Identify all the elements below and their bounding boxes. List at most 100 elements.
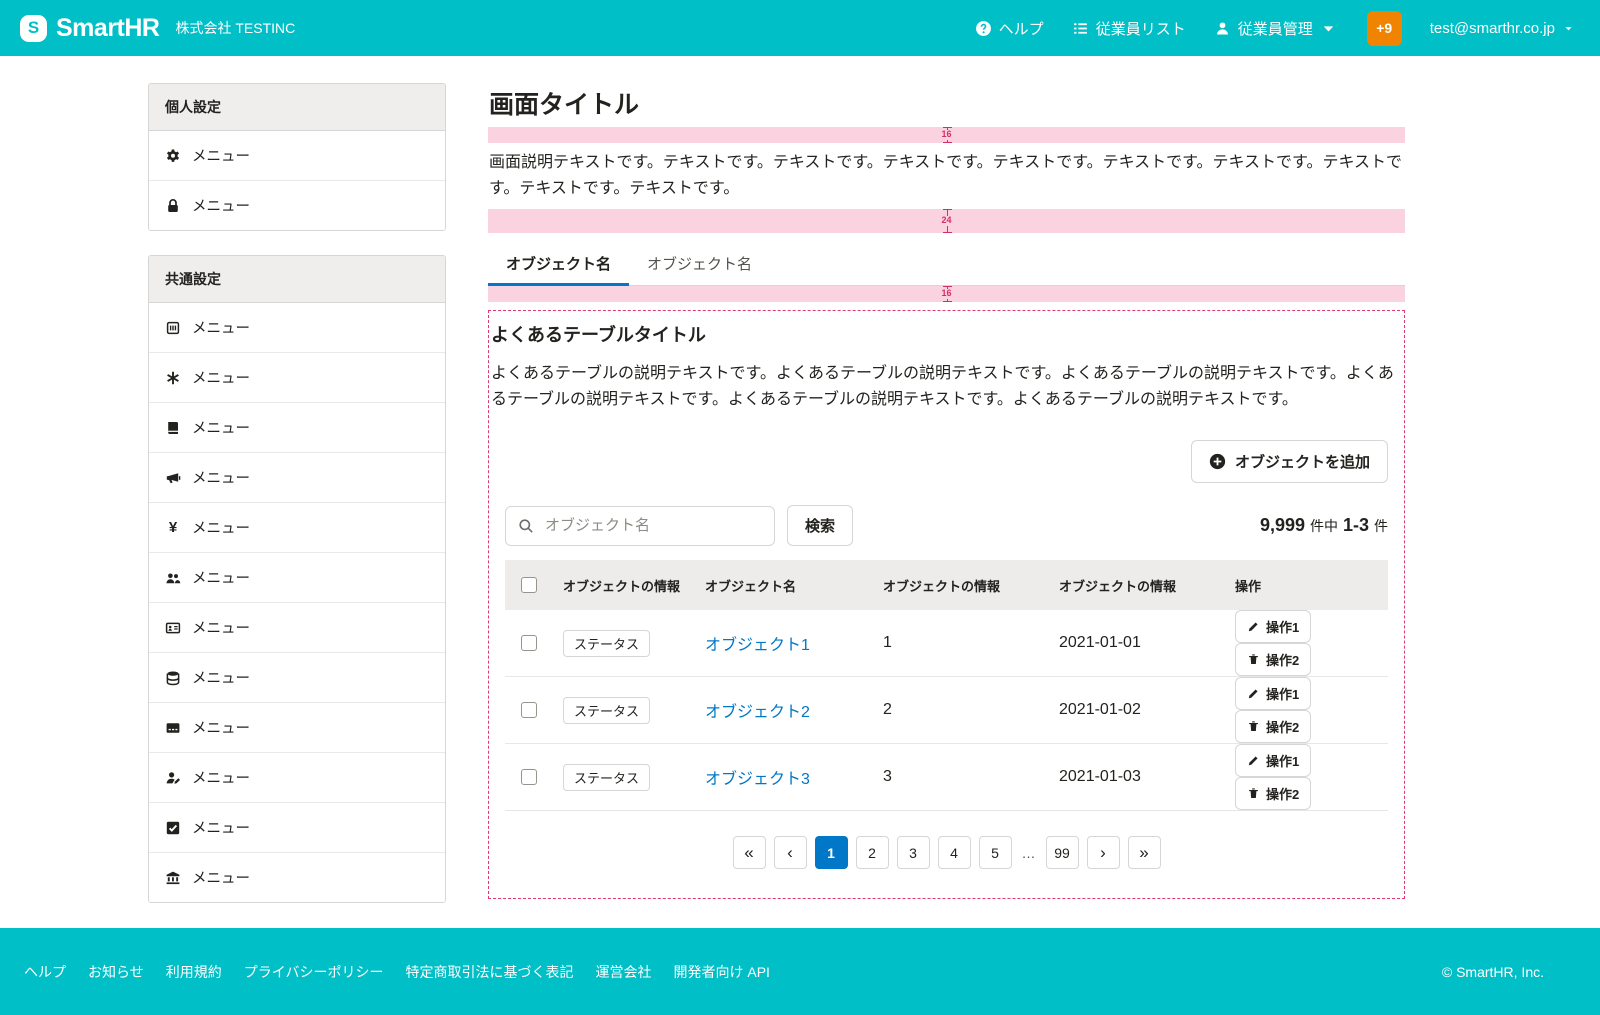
object-info-cell: 2 — [873, 701, 1049, 719]
pagination-pages: 12345…99 — [815, 836, 1079, 869]
sidebar-item-gear[interactable]: メニュー — [149, 131, 445, 181]
table-row: ステータスオブジェクト222021-01-02操作1操作2 — [505, 677, 1388, 744]
bank-icon — [165, 870, 181, 886]
action2-button[interactable]: 操作2 — [1235, 777, 1311, 810]
search-input[interactable] — [543, 516, 762, 535]
first-page-button[interactable]: « — [733, 836, 766, 869]
employee-list-link[interactable]: 従業員リスト — [1072, 18, 1186, 39]
object-link[interactable]: オブジェクト1 — [705, 637, 810, 654]
count-total: 9,999 — [1260, 515, 1305, 536]
footer-links: ヘルプ お知らせ 利用規約 プライバシーポリシー 特定商取引法に基づく表記 運営会社 開発者… — [24, 962, 770, 982]
sidebar-item-bank[interactable]: メニュー — [149, 853, 445, 902]
action1-button[interactable]: 操作1 — [1235, 610, 1311, 643]
page-button-99[interactable]: 99 — [1046, 836, 1079, 869]
footer-link[interactable]: 特定商取引法に基づく表記 — [405, 962, 573, 982]
sidebar-item-users[interactable]: メニュー — [149, 553, 445, 603]
chevron-down-icon — [1320, 20, 1337, 37]
footer-link[interactable]: 運営会社 — [595, 962, 651, 982]
spacing-annotation-16b: 16 — [488, 286, 1405, 302]
status-cell: ステータス — [553, 630, 695, 657]
row-checkbox-cell — [505, 702, 553, 718]
row-checkbox[interactable] — [521, 635, 537, 651]
add-object-label: オブジェクトを追加 — [1235, 451, 1370, 472]
tab-object-1[interactable]: オブジェクト名 — [488, 241, 629, 286]
last-page-button[interactable]: » — [1128, 836, 1161, 869]
employee-admin-menu[interactable]: 従業員管理 — [1214, 18, 1337, 39]
next-page-button[interactable]: › — [1087, 836, 1120, 869]
actions-cell: 操作1操作2 — [1225, 677, 1388, 743]
action1-button[interactable]: 操作1 — [1235, 677, 1311, 710]
tab-bar: オブジェクト名 オブジェクト名 — [488, 241, 1405, 286]
select-all-checkbox[interactable] — [521, 577, 537, 593]
gear-icon — [165, 148, 181, 164]
footer-link[interactable]: 利用規約 — [166, 962, 222, 982]
page-button-3[interactable]: 3 — [897, 836, 930, 869]
notification-badge[interactable]: +9 — [1367, 11, 1402, 46]
page-body: 個人設定メニューメニュー共通設定メニューメニューメニューメニュー¥メニューメニュ… — [0, 56, 1600, 928]
sidebar-item-lock[interactable]: メニュー — [149, 181, 445, 230]
action2-label: 操作2 — [1266, 784, 1299, 803]
megaphone-icon — [165, 470, 181, 486]
tab-object-2[interactable]: オブジェクト名 — [629, 241, 770, 286]
spacing-label: 16 — [939, 289, 953, 299]
row-checkbox[interactable] — [521, 702, 537, 718]
company-name: 株式会社 TESTINC — [175, 18, 295, 38]
result-count: 9,999 件中 1-3 件 — [1260, 515, 1388, 536]
sidebar-item-asterisk[interactable]: メニュー — [149, 353, 445, 403]
action2-label: 操作2 — [1266, 650, 1299, 669]
asterisk-icon — [165, 370, 181, 386]
spacing-label: 24 — [939, 216, 953, 226]
object-link[interactable]: オブジェクト2 — [705, 704, 810, 721]
sidebar-item-checksquare[interactable]: メニュー — [149, 803, 445, 853]
page-description: 画面説明テキストです。テキストです。テキストです。テキストです。テキストです。テ… — [489, 150, 1405, 202]
main-content: 画面タイトル 16 画面説明テキストです。テキストです。テキストです。テキストで… — [488, 83, 1405, 928]
account-menu[interactable]: test@smarthr.co.jp — [1430, 20, 1574, 37]
brand-home-link[interactable]: S SmartHR — [20, 14, 159, 43]
action1-button[interactable]: 操作1 — [1235, 744, 1311, 777]
sidebar-item-database[interactable]: メニュー — [149, 653, 445, 703]
action2-button[interactable]: 操作2 — [1235, 710, 1311, 743]
header: S SmartHR 株式会社 TESTINC ヘルプ 従業員リスト 従業員管理 … — [0, 0, 1600, 56]
sidebar-item-label: メニュー — [192, 817, 250, 838]
person-icon — [1214, 20, 1231, 37]
search-box — [505, 506, 775, 546]
footer-link[interactable]: お知らせ — [88, 962, 144, 982]
sidebar-item-megaphone[interactable]: メニュー — [149, 453, 445, 503]
object-link[interactable]: オブジェクト3 — [705, 771, 810, 788]
sidebar-item-yen[interactable]: ¥メニュー — [149, 503, 445, 553]
app-root: S SmartHR 株式会社 TESTINC ヘルプ 従業員リスト 従業員管理 … — [0, 0, 1600, 1015]
count-range: 1-3 — [1343, 515, 1369, 536]
table-row: ステータスオブジェクト112021-01-01操作1操作2 — [505, 610, 1388, 677]
page-button-4[interactable]: 4 — [938, 836, 971, 869]
page-button-2[interactable]: 2 — [856, 836, 889, 869]
footer-link[interactable]: 開発者向け API — [673, 962, 769, 982]
footer-link[interactable]: プライバシーポリシー — [244, 962, 384, 982]
spacing-annotation-16: 16 — [488, 127, 1405, 143]
row-checkbox[interactable] — [521, 769, 537, 785]
page-title: 画面タイトル — [489, 85, 1405, 121]
action2-button[interactable]: 操作2 — [1235, 643, 1311, 676]
footer: ヘルプ お知らせ 利用規約 プライバシーポリシー 特定商取引法に基づく表記 運営会社 開発者… — [0, 928, 1600, 1015]
panel-title: よくあるテーブルタイトル — [491, 321, 1402, 347]
prev-page-button[interactable]: ‹ — [774, 836, 807, 869]
logo-text: SmartHR — [56, 14, 159, 43]
action1-label: 操作1 — [1266, 684, 1299, 703]
sidebar-item-card[interactable]: メニュー — [149, 703, 445, 753]
footer-link[interactable]: ヘルプ — [24, 962, 66, 982]
help-link[interactable]: ヘルプ — [975, 18, 1044, 39]
add-object-button[interactable]: オブジェクトを追加 — [1191, 440, 1388, 483]
object-name-cell: オブジェクト3 — [695, 765, 873, 789]
status-badge: ステータス — [563, 697, 650, 724]
sidebar-item-label: メニュー — [192, 517, 250, 538]
search-button[interactable]: 検索 — [787, 505, 853, 546]
sidebar-item-useredit[interactable]: メニュー — [149, 753, 445, 803]
sidebar-item-label: メニュー — [192, 195, 250, 216]
column-header: オブジェクトの情報 — [873, 576, 1049, 595]
page-button-1[interactable]: 1 — [815, 836, 848, 869]
sidebar-item-idcard[interactable]: メニュー — [149, 603, 445, 653]
sidebar-item-building[interactable]: メニュー — [149, 303, 445, 353]
page-button-5[interactable]: 5 — [979, 836, 1012, 869]
sidebar-item-book[interactable]: メニュー — [149, 403, 445, 453]
sidebar-item-label: メニュー — [192, 467, 250, 488]
copyright: © SmartHR, Inc. — [1442, 964, 1544, 980]
